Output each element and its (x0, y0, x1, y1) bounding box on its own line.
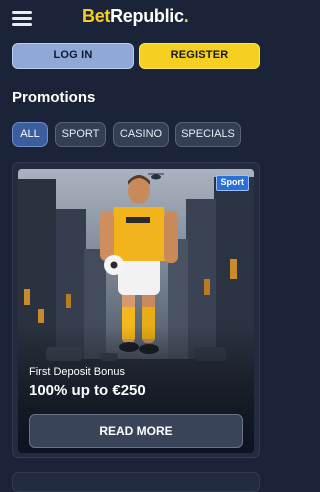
footballer-city-illustration (18, 169, 254, 453)
read-more-button[interactable]: READ MORE (29, 414, 243, 448)
top-bar: BetRepublic. (0, 0, 272, 38)
logo-dot: . (183, 6, 189, 26)
filter-sport[interactable]: SPORT (55, 122, 106, 147)
login-button[interactable]: LOG IN (12, 43, 134, 69)
promotion-image: Sport First Deposit Bonus 100% up to €25… (18, 169, 254, 453)
hamburger-menu-icon[interactable] (12, 10, 32, 26)
category-badge: Sport (215, 175, 249, 191)
logo-text-bet: Bet (82, 6, 111, 26)
promotion-card: Sport First Deposit Bonus 100% up to €25… (12, 162, 260, 458)
promotion-title: 100% up to €250 (29, 382, 146, 399)
filter-all[interactable]: ALL (12, 122, 48, 147)
promotion-subtitle: First Deposit Bonus (29, 366, 125, 378)
filter-casino[interactable]: CASINO (113, 122, 169, 147)
next-promotion-card (12, 472, 260, 492)
logo-text-republic: Republic (110, 6, 184, 26)
filter-specials[interactable]: SPECIALS (175, 122, 241, 147)
brand-logo[interactable]: BetRepublic. (82, 6, 189, 27)
page-title: Promotions (12, 89, 96, 106)
register-button[interactable]: REGISTER (139, 43, 260, 69)
